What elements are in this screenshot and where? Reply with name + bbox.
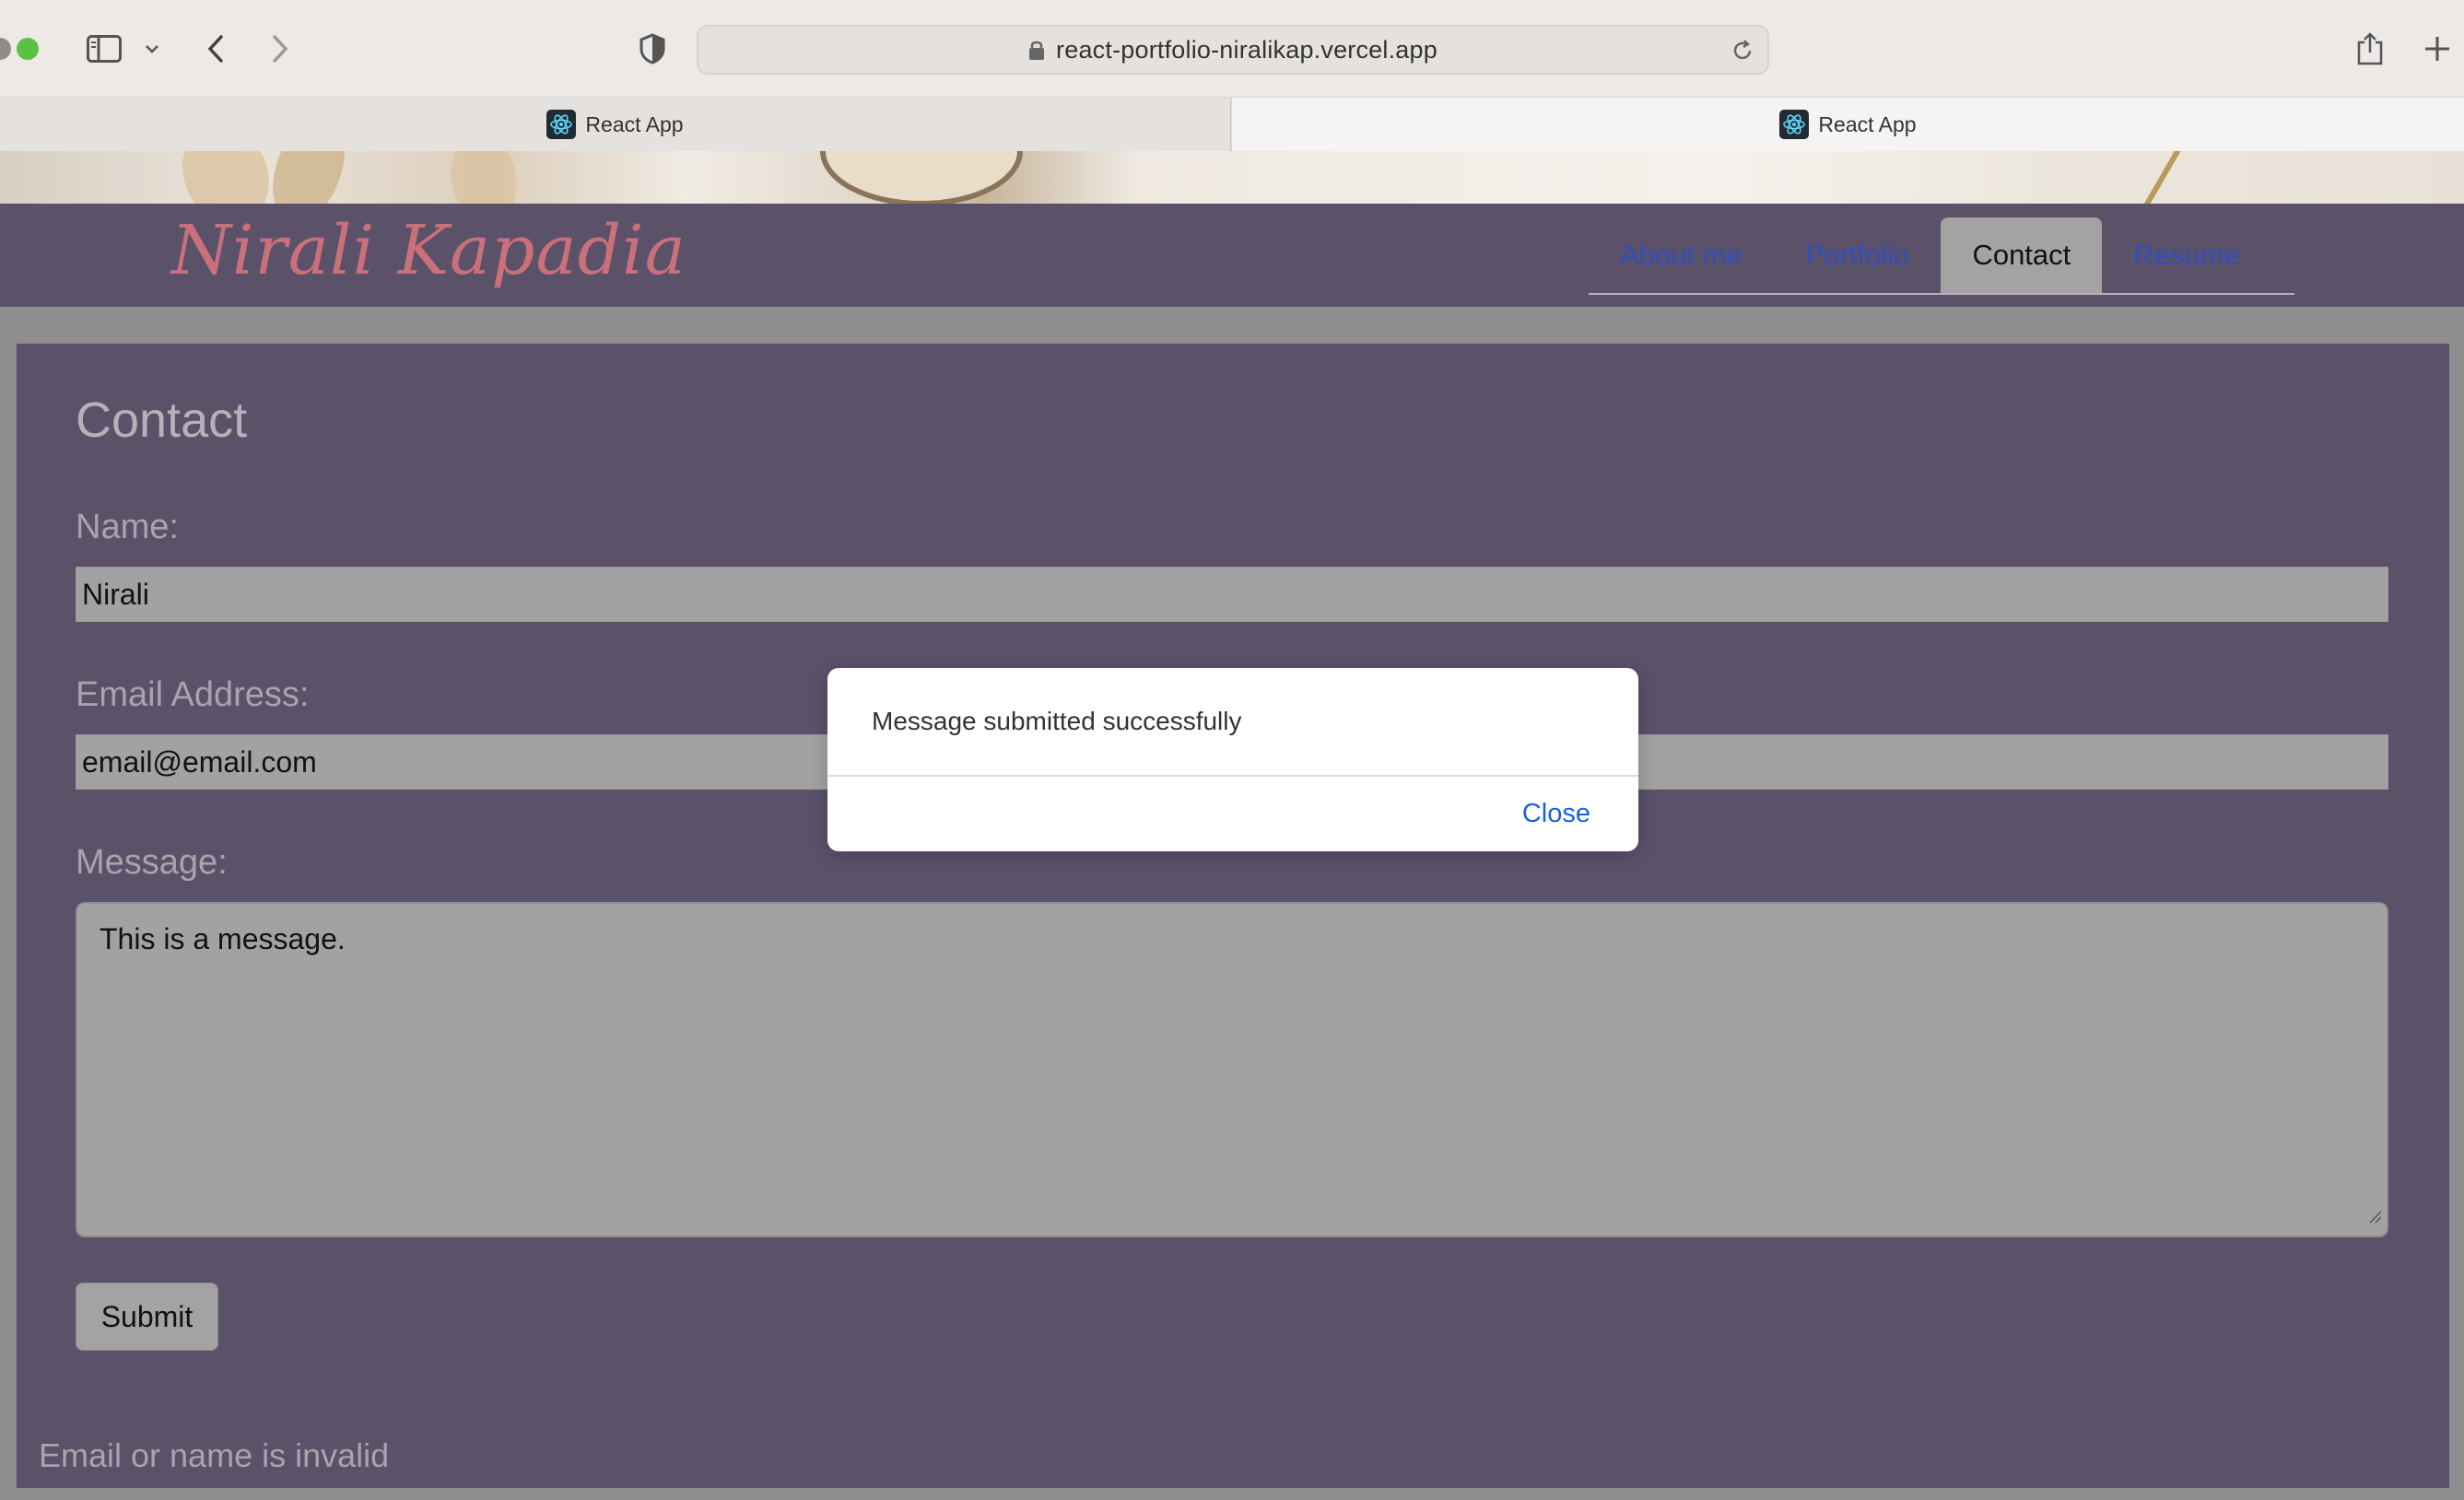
window-close-dot[interactable] <box>0 38 11 60</box>
message-label: Message: <box>76 843 228 882</box>
site-header: Nirali Kapadia About me Portfolio Contac… <box>0 204 2464 307</box>
name-label: Name: <box>76 508 179 546</box>
decorative-leaf <box>259 151 358 204</box>
submit-button[interactable]: Submit <box>76 1283 218 1351</box>
chevron-down-icon[interactable] <box>140 26 164 72</box>
page-title: Contact <box>76 393 248 448</box>
message-textarea[interactable]: This is a message. <box>76 902 2388 1237</box>
resize-handle-icon[interactable] <box>2368 1198 2383 1232</box>
tab-title: React App <box>1818 111 1917 136</box>
modal-close-button[interactable]: Close <box>1522 799 1590 829</box>
nav-contact[interactable]: Contact <box>1941 217 2103 293</box>
modal-footer: Close <box>827 777 1638 851</box>
nav-resume[interactable]: Resume <box>2102 217 2270 293</box>
forward-arrow-icon[interactable] <box>265 26 295 72</box>
decorative-leaf <box>166 151 286 204</box>
decorative-stick <box>2135 151 2183 204</box>
react-logo-icon <box>1779 110 1810 139</box>
url-text: react-portfolio-niralikap.vercel.app <box>1056 35 1437 64</box>
success-modal: Message submitted successfully Close <box>827 668 1638 851</box>
privacy-shield-icon[interactable] <box>636 26 669 72</box>
decorative-leaf <box>443 151 524 204</box>
browser-tab[interactable]: React App <box>0 98 1231 151</box>
new-tab-plus-icon[interactable] <box>2422 26 2453 72</box>
browser-tab-active[interactable]: React App <box>1232 98 2464 151</box>
reload-icon[interactable] <box>1731 39 1754 67</box>
back-arrow-icon[interactable] <box>201 26 230 72</box>
name-input[interactable]: Nirali <box>76 567 2388 622</box>
react-logo-icon <box>546 110 577 139</box>
lock-icon <box>1028 39 1045 61</box>
tab-title: React App <box>585 111 684 136</box>
nav-portfolio[interactable]: Portfolio <box>1774 217 1942 293</box>
message-text: This is a message. <box>100 922 346 955</box>
modal-message: Message submitted successfully <box>827 668 1638 777</box>
share-icon[interactable] <box>2353 26 2387 72</box>
decorative-wood-slice <box>820 151 1023 204</box>
header-background-image <box>0 151 2464 204</box>
contact-section: Contact Name: Nirali Email Address: emai… <box>17 344 2449 1488</box>
validation-error-text: Email or name is invalid <box>39 1436 390 1474</box>
address-bar[interactable]: react-portfolio-niralikap.vercel.app <box>697 25 1769 75</box>
tab-bar: React App React App <box>0 98 2464 151</box>
browser-titlebar: react-portfolio-niralikap.vercel.app <box>0 0 2464 98</box>
site-brand[interactable]: Nirali Kapadia <box>171 211 686 290</box>
sidebar-toggle-icon[interactable] <box>83 26 125 72</box>
window-zoom-dot[interactable] <box>17 38 39 60</box>
site-nav: About me Portfolio Contact Resume <box>1589 217 2294 295</box>
nav-about-me[interactable]: About me <box>1589 217 1774 293</box>
email-label: Email Address: <box>76 675 310 714</box>
